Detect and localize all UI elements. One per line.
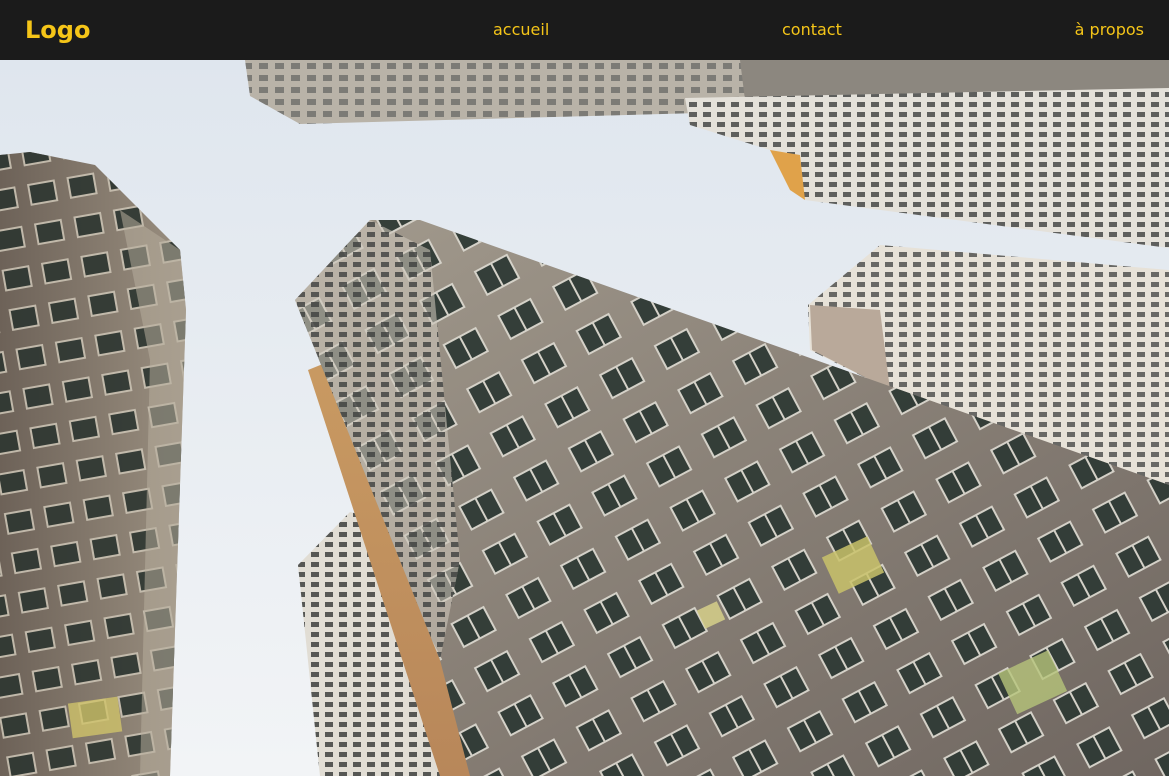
- nav-link-accueil[interactable]: accueil: [493, 19, 549, 41]
- logo[interactable]: Logo: [25, 14, 90, 46]
- nav-link-contact[interactable]: contact: [782, 19, 842, 41]
- hero-image: [0, 60, 1169, 776]
- nav-link-a-propos[interactable]: à propos: [1075, 19, 1144, 41]
- skyscrapers-photo: [0, 60, 1169, 776]
- navbar: Logo accueil contact à propos: [0, 0, 1169, 60]
